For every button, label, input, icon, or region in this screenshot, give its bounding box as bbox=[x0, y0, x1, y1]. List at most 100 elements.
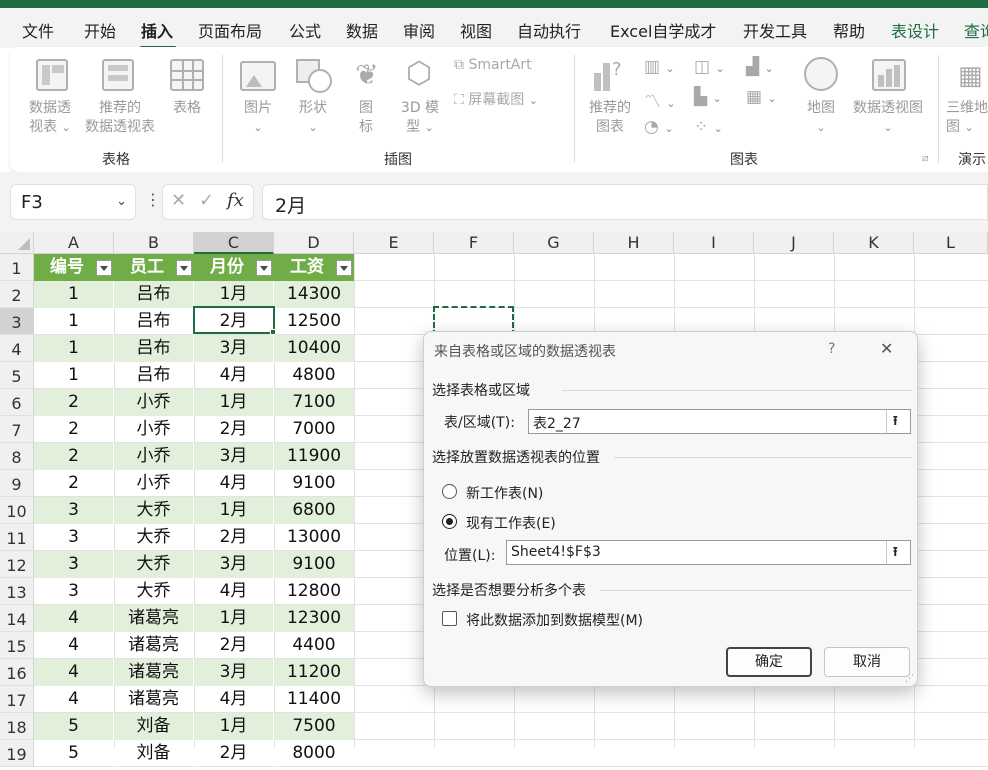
row-header-2[interactable]: 2 bbox=[0, 281, 34, 308]
table-cell-salary[interactable]: 9100 bbox=[274, 470, 354, 497]
ok-button[interactable]: 确定 bbox=[726, 647, 812, 677]
help-icon[interactable]: ? bbox=[828, 341, 835, 357]
tab-insert[interactable]: 插入 bbox=[141, 18, 173, 42]
filter-dropdown-icon[interactable] bbox=[256, 260, 272, 276]
table-cell-employee[interactable]: 小乔 bbox=[114, 416, 194, 443]
table-cell-month[interactable]: 2月 bbox=[194, 740, 274, 767]
row-header-11[interactable]: 11 bbox=[0, 524, 34, 551]
table-header-employee[interactable]: 员工 bbox=[114, 254, 194, 281]
table-cell-month[interactable]: 1月 bbox=[194, 389, 274, 416]
screenshot-button[interactable]: ⛶ 屏幕截图 ⌄ bbox=[454, 89, 538, 109]
table-cell-id[interactable]: 1 bbox=[34, 281, 114, 308]
table-cell-employee[interactable]: 小乔 bbox=[114, 389, 194, 416]
table-cell-salary[interactable]: 14300 bbox=[274, 281, 354, 308]
smartart-button[interactable]: ⧉ SmartArt bbox=[454, 57, 532, 73]
table-header-salary[interactable]: 工资 bbox=[274, 254, 354, 281]
column-header-j[interactable]: J bbox=[754, 232, 834, 254]
table-cell-salary[interactable]: 8000 bbox=[274, 740, 354, 767]
table-cell-employee[interactable]: 诸葛亮 bbox=[114, 632, 194, 659]
column-header-d[interactable]: D bbox=[274, 232, 354, 254]
table-cell-id[interactable]: 4 bbox=[34, 659, 114, 686]
statistic-chart-button[interactable]: ▙ ⌄ bbox=[694, 87, 722, 107]
table-cell-month[interactable]: 2月 bbox=[194, 524, 274, 551]
range-input[interactable]: 表2_27 ⭱ bbox=[528, 409, 911, 434]
row-header-6[interactable]: 6 bbox=[0, 389, 34, 416]
table-cell-id[interactable]: 2 bbox=[34, 389, 114, 416]
row-header-13[interactable]: 13 bbox=[0, 578, 34, 605]
tab-formulas[interactable]: 公式 bbox=[289, 18, 321, 42]
table-cell-salary[interactable]: 7500 bbox=[274, 713, 354, 740]
column-header-l[interactable]: L bbox=[914, 232, 988, 254]
active-cell-c3[interactable] bbox=[193, 306, 275, 334]
enter-icon[interactable]: ✓ bbox=[199, 190, 214, 211]
tab-page-layout[interactable]: 页面布局 bbox=[198, 18, 262, 42]
3d-models-button[interactable]: 3D 模 型 ⌄ bbox=[392, 99, 448, 137]
radio-new-worksheet[interactable] bbox=[442, 484, 457, 499]
add-to-data-model-checkbox[interactable] bbox=[442, 611, 457, 626]
table-cell-salary[interactable]: 11400 bbox=[274, 686, 354, 713]
location-input[interactable]: Sheet4!$F$3 ⭱ bbox=[506, 540, 911, 565]
table-cell-id[interactable]: 5 bbox=[34, 713, 114, 740]
column-header-h[interactable]: H bbox=[594, 232, 674, 254]
pie-chart-button[interactable]: ◔ ⌄ bbox=[644, 117, 673, 137]
table-cell-id[interactable]: 5 bbox=[34, 740, 114, 767]
table-cell-id[interactable]: 1 bbox=[34, 308, 114, 335]
row-header-15[interactable]: 15 bbox=[0, 632, 34, 659]
table-cell-month[interactable]: 1月 bbox=[194, 497, 274, 524]
table-cell-id[interactable]: 1 bbox=[34, 335, 114, 362]
table-cell-employee[interactable]: 吕布 bbox=[114, 335, 194, 362]
table-cell-employee[interactable]: 吕布 bbox=[114, 362, 194, 389]
row-header-19[interactable]: 19 bbox=[0, 740, 34, 767]
table-cell-employee[interactable]: 吕布 bbox=[114, 281, 194, 308]
row-header-10[interactable]: 10 bbox=[0, 497, 34, 524]
table-cell-salary[interactable]: 7000 bbox=[274, 416, 354, 443]
row-header-4[interactable]: 4 bbox=[0, 335, 34, 362]
shapes-button[interactable]: 形状 ⌄ bbox=[288, 99, 338, 137]
column-header-e[interactable]: E bbox=[354, 232, 434, 254]
pictures-button[interactable]: 图片 ⌄ bbox=[232, 99, 284, 137]
pivotchart-button[interactable]: 数据透视图 ⌄ bbox=[846, 99, 930, 137]
tab-query[interactable]: 查询 bbox=[964, 18, 988, 42]
resize-grip-icon[interactable]: ⋰ bbox=[905, 674, 914, 684]
table-button[interactable]: 表格 bbox=[162, 99, 212, 118]
scatter-chart-button[interactable]: ⁘ ⌄ bbox=[694, 117, 723, 137]
column-header-i[interactable]: I bbox=[674, 232, 754, 254]
table-cell-salary[interactable]: 9100 bbox=[274, 551, 354, 578]
pivottable-button[interactable]: 数据透 视表 ⌄ bbox=[22, 99, 78, 137]
table-header-id[interactable]: 编号 bbox=[34, 254, 114, 281]
table-cell-month[interactable]: 1月 bbox=[194, 713, 274, 740]
table-cell-salary[interactable]: 11900 bbox=[274, 443, 354, 470]
tab-view[interactable]: 视图 bbox=[460, 18, 492, 42]
tab-review[interactable]: 审阅 bbox=[403, 18, 435, 42]
more-options-icon[interactable]: ⋮ bbox=[145, 190, 161, 209]
3d-map-button[interactable]: 三维地 图 ⌄ bbox=[946, 99, 988, 137]
tab-home[interactable]: 开始 bbox=[84, 18, 116, 42]
location-collapse-button[interactable]: ⭱ bbox=[886, 541, 910, 564]
radio-existing-worksheet[interactable] bbox=[442, 514, 457, 529]
table-header-month[interactable]: 月份 bbox=[194, 254, 274, 281]
fill-handle[interactable] bbox=[270, 329, 276, 335]
table-cell-employee[interactable]: 小乔 bbox=[114, 443, 194, 470]
tab-excel-self-study[interactable]: Excel自学成才 bbox=[610, 18, 716, 42]
table-cell-salary[interactable]: 4400 bbox=[274, 632, 354, 659]
column-header-g[interactable]: G bbox=[514, 232, 594, 254]
range-collapse-button[interactable]: ⭱ bbox=[886, 410, 910, 433]
table-cell-id[interactable]: 4 bbox=[34, 632, 114, 659]
cancel-icon[interactable]: ✕ bbox=[171, 190, 186, 211]
table-cell-salary[interactable]: 10400 bbox=[274, 335, 354, 362]
dialog-launcher-icon[interactable]: ⧄ bbox=[922, 153, 928, 164]
table-cell-month[interactable]: 3月 bbox=[194, 335, 274, 362]
tab-file[interactable]: 文件 bbox=[22, 18, 54, 42]
formula-input[interactable]: 2月 bbox=[262, 184, 988, 220]
tab-table-design[interactable]: 表设计 bbox=[891, 18, 939, 42]
table-cell-id[interactable]: 3 bbox=[34, 578, 114, 605]
hierarchy-chart-button[interactable]: ◫ ⌄ bbox=[694, 57, 725, 77]
table-cell-id[interactable]: 4 bbox=[34, 686, 114, 713]
icons-button[interactable]: 图 标 bbox=[346, 99, 386, 137]
tab-help[interactable]: 帮助 bbox=[833, 18, 865, 42]
table-cell-id[interactable]: 3 bbox=[34, 551, 114, 578]
table-cell-month[interactable]: 4月 bbox=[194, 362, 274, 389]
table-cell-month[interactable]: 2月 bbox=[194, 416, 274, 443]
column-header-b[interactable]: B bbox=[114, 232, 194, 254]
row-header-16[interactable]: 16 bbox=[0, 659, 34, 686]
